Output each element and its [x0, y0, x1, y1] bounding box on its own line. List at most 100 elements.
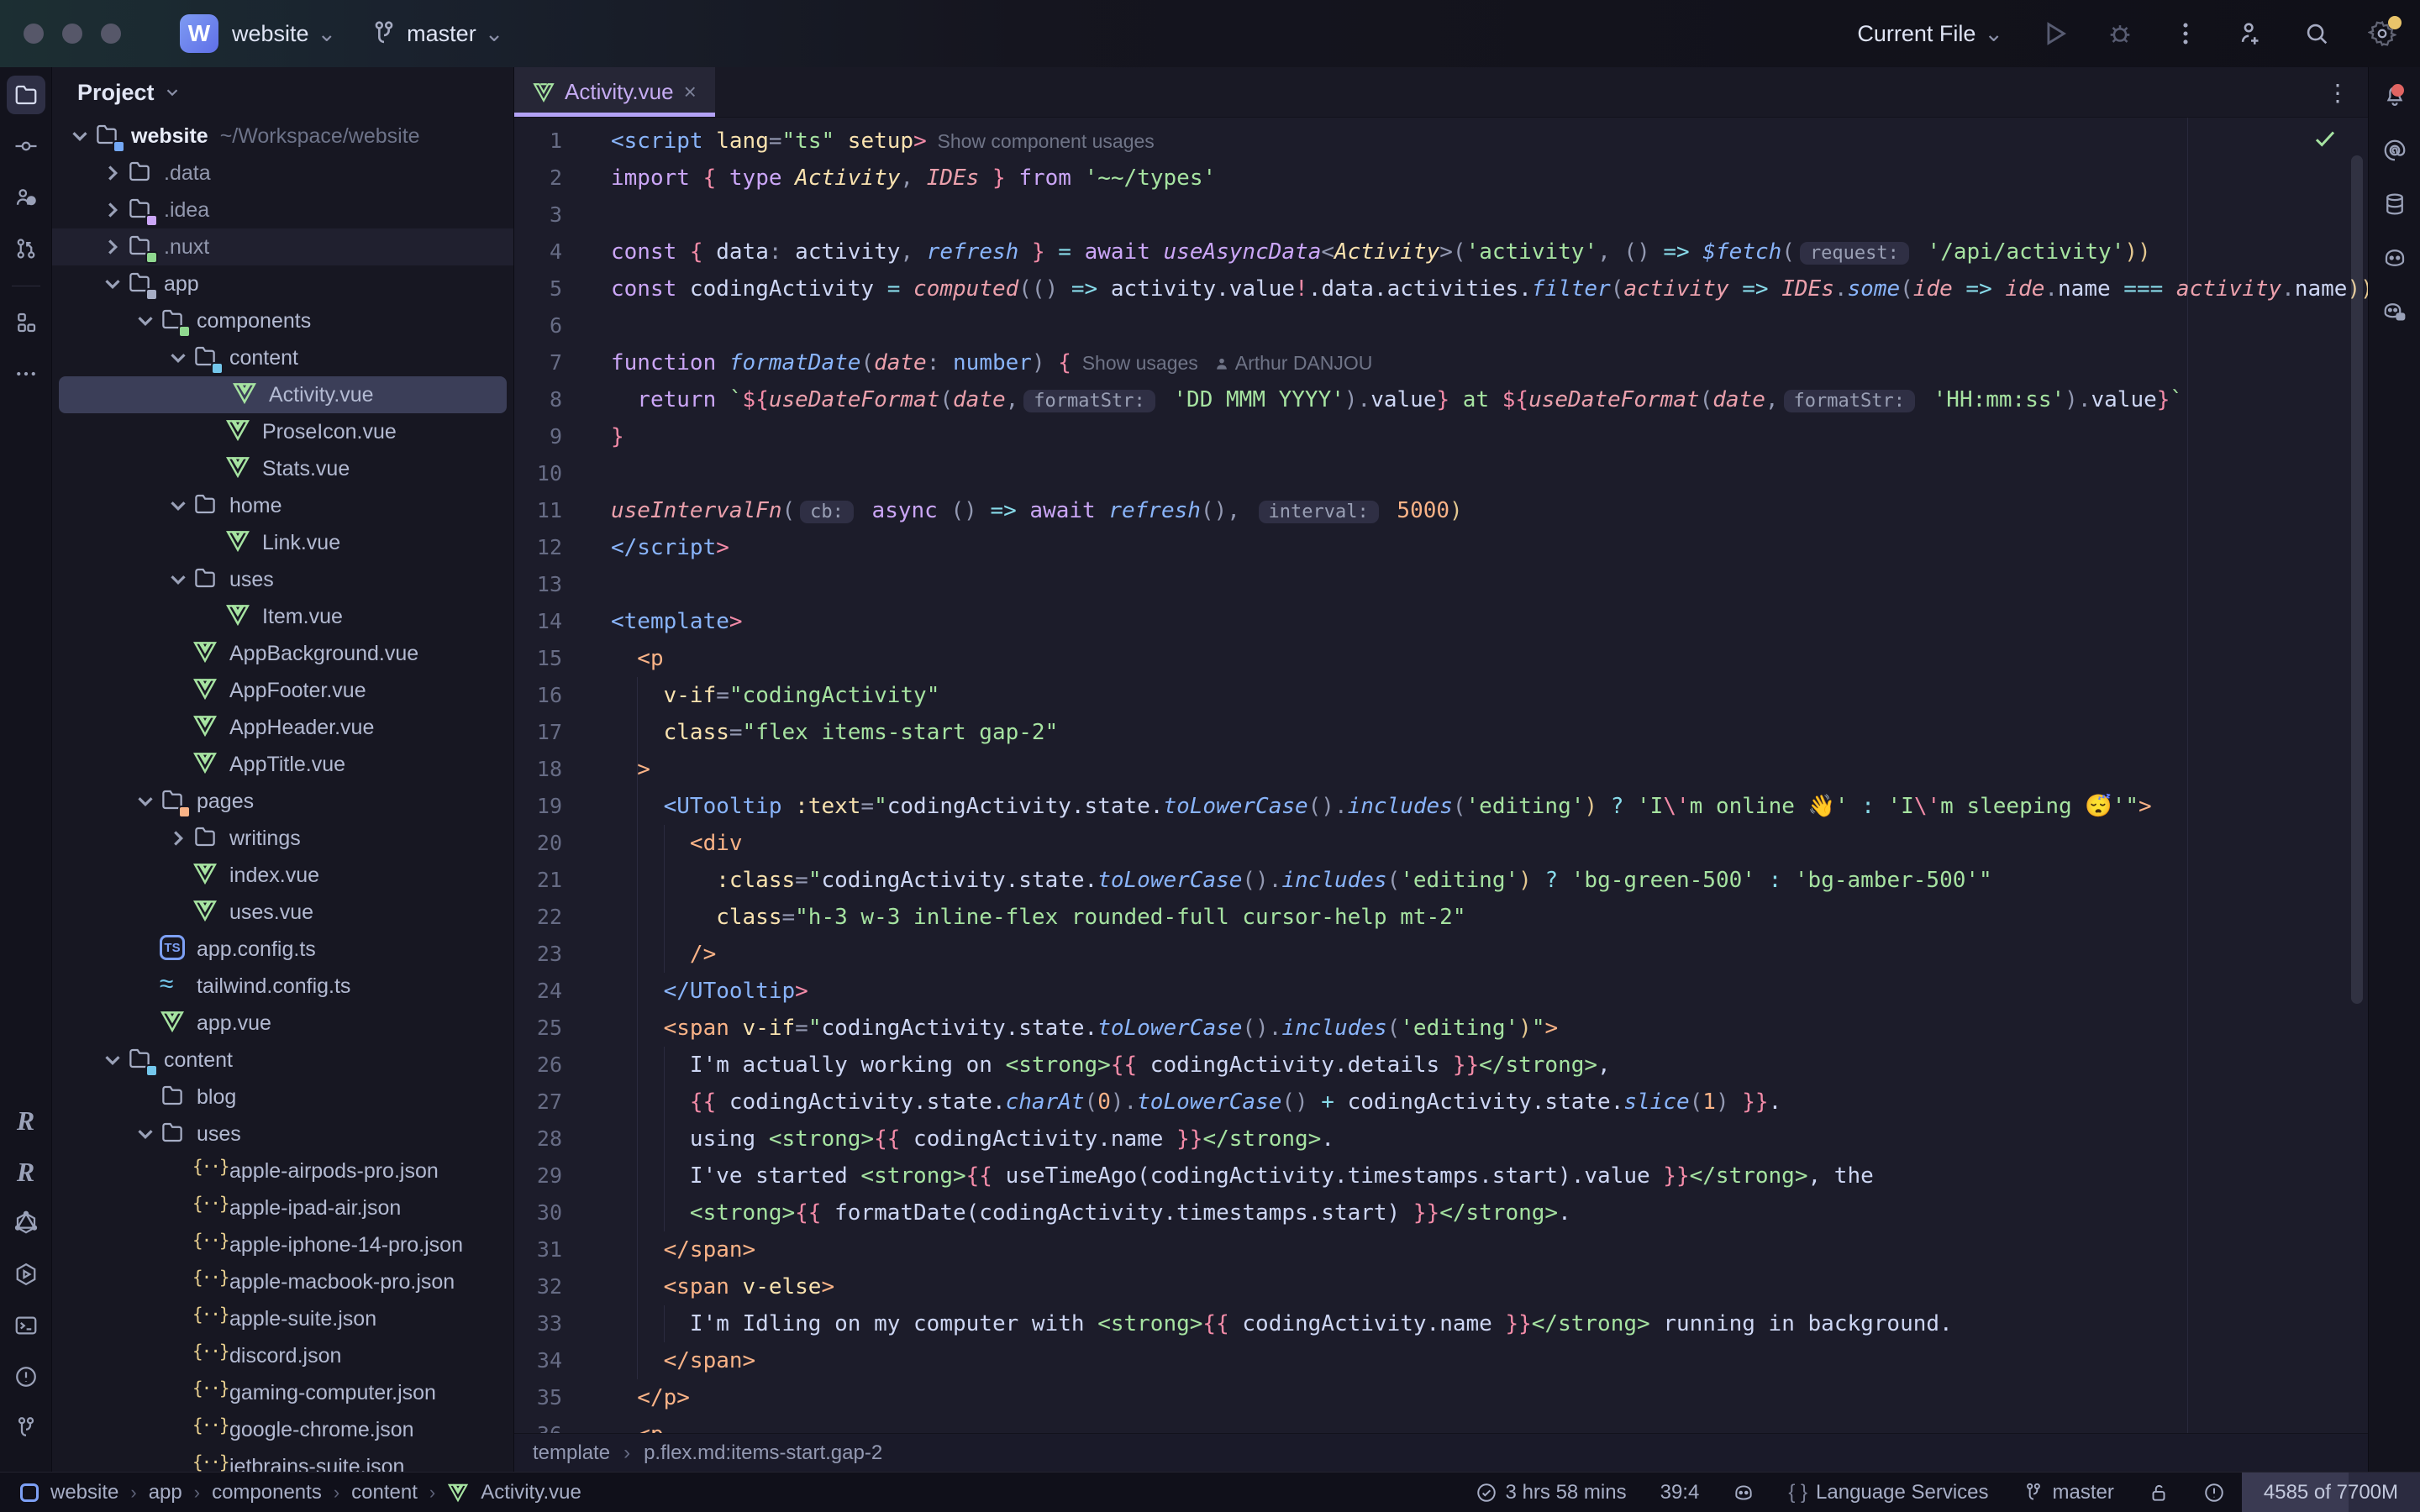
tree-item-apple-suite-json[interactable]: {··}apple-suite.json: [52, 1300, 513, 1337]
zoom-window-button[interactable]: [101, 24, 121, 44]
chevron-down-icon[interactable]: [133, 308, 158, 333]
project-folder-icon[interactable]: [7, 76, 45, 114]
tab-activity-vue[interactable]: Activity.vue ×: [514, 67, 715, 117]
line-number[interactable]: 28: [514, 1121, 611, 1158]
tree-item-discord-json[interactable]: {··}discord.json: [52, 1337, 513, 1374]
caret-position-widget[interactable]: 39:4: [1644, 1473, 1717, 1512]
commit-icon[interactable]: [7, 127, 45, 165]
tree-item-appfooter-vue[interactable]: AppFooter.vue: [52, 672, 513, 709]
line-number[interactable]: 13: [514, 566, 611, 603]
line-number[interactable]: 8: [514, 381, 611, 418]
r-tool-icon[interactable]: R: [7, 1101, 45, 1140]
chevron-down-icon[interactable]: [133, 789, 158, 814]
line-number[interactable]: 3: [514, 197, 611, 234]
branch-switcher[interactable]: master ⌄: [370, 19, 503, 48]
status-crumb[interactable]: Activity.vue: [481, 1481, 581, 1504]
status-crumb[interactable]: content: [351, 1481, 418, 1504]
tree-item-jetbrains-suite-json[interactable]: {··}jetbrains-suite.json: [52, 1448, 513, 1472]
line-number[interactable]: 7: [514, 344, 611, 381]
line-number[interactable]: 14: [514, 603, 611, 640]
language-services-widget[interactable]: { } Language Services: [1771, 1473, 2005, 1512]
line-number[interactable]: 33: [514, 1305, 611, 1342]
tree-item-writings[interactable]: writings: [52, 820, 513, 857]
tree-item--nuxt[interactable]: .nuxt: [52, 228, 513, 265]
tree-item-index-vue[interactable]: index.vue: [52, 857, 513, 894]
status-crumb[interactable]: website: [50, 1481, 118, 1504]
more-icon[interactable]: [7, 354, 45, 393]
code-vision-hint[interactable]: Show component usages: [927, 130, 1155, 152]
wakatime-widget[interactable]: 3 hrs 58 mins: [1459, 1473, 1644, 1512]
chevron-down-icon[interactable]: [166, 345, 191, 370]
tree-item--data[interactable]: .data: [52, 155, 513, 192]
minimize-window-button[interactable]: [62, 24, 82, 44]
status-crumb[interactable]: components: [212, 1481, 322, 1504]
problems-icon[interactable]: [7, 1357, 45, 1396]
tree-item-appheader-vue[interactable]: AppHeader.vue: [52, 709, 513, 746]
tree-item-blog[interactable]: blog: [52, 1079, 513, 1116]
line-number[interactable]: 16: [514, 677, 611, 714]
line-number[interactable]: 4: [514, 234, 611, 270]
debug-button[interactable]: [2106, 19, 2134, 48]
line-number[interactable]: 1: [514, 123, 611, 160]
line-number[interactable]: 36: [514, 1416, 611, 1433]
line-number[interactable]: 30: [514, 1194, 611, 1231]
project-panel-header[interactable]: Project: [52, 67, 513, 118]
tree-item-item-vue[interactable]: Item.vue: [52, 598, 513, 635]
line-number[interactable]: 11: [514, 492, 611, 529]
chevron-right-icon[interactable]: [100, 197, 125, 223]
line-number[interactable]: 19: [514, 788, 611, 825]
line-number[interactable]: 12: [514, 529, 611, 566]
terminal-icon[interactable]: [7, 1306, 45, 1345]
ai-assistant-icon[interactable]: [2375, 131, 2414, 170]
run-button[interactable]: [2040, 19, 2069, 48]
line-number[interactable]: 5: [514, 270, 611, 307]
chevron-down-icon[interactable]: [166, 493, 191, 518]
line-number[interactable]: 18: [514, 751, 611, 788]
pull-requests-icon[interactable]: [7, 229, 45, 268]
close-window-button[interactable]: [24, 24, 44, 44]
line-number[interactable]: 10: [514, 455, 611, 492]
tree-item-app-config-ts[interactable]: TSapp.config.ts: [52, 931, 513, 968]
inspections-ok-icon[interactable]: [2312, 126, 2338, 151]
tree-item-website[interactable]: website~/Workspace/website: [52, 118, 513, 155]
tree-item-activity-vue[interactable]: Activity.vue: [59, 376, 507, 413]
chevron-down-icon[interactable]: [133, 1121, 158, 1147]
line-number[interactable]: 29: [514, 1158, 611, 1194]
project-switcher[interactable]: website ⌄: [232, 21, 336, 47]
line-number[interactable]: 26: [514, 1047, 611, 1084]
more-actions-button[interactable]: [2171, 19, 2200, 48]
graphql-icon[interactable]: [7, 1204, 45, 1242]
line-number[interactable]: 20: [514, 825, 611, 862]
line-number[interactable]: 22: [514, 899, 611, 936]
lock-widget[interactable]: [2131, 1473, 2186, 1512]
tree-item-content[interactable]: content: [52, 339, 513, 376]
structure-icon[interactable]: [7, 303, 45, 342]
tree-item-components[interactable]: components: [52, 302, 513, 339]
tree-item-apple-ipad-air-json[interactable]: {··}apple-ipad-air.json: [52, 1189, 513, 1226]
window-controls[interactable]: [24, 24, 121, 44]
settings-button[interactable]: [2368, 19, 2396, 48]
r-tool-2-icon[interactable]: R: [7, 1152, 45, 1191]
tree-item-stats-vue[interactable]: Stats.vue: [52, 450, 513, 487]
services-icon[interactable]: [7, 1255, 45, 1294]
notifications-icon[interactable]: [2375, 77, 2414, 116]
tree-item-uses[interactable]: uses: [52, 561, 513, 598]
line-number[interactable]: 15: [514, 640, 611, 677]
tree-item-pages[interactable]: pages: [52, 783, 513, 820]
editor-options-kebab-icon[interactable]: ⋮: [2326, 79, 2349, 107]
copilot-status-widget[interactable]: [1716, 1473, 1771, 1512]
editor-scrollbar[interactable]: [2351, 155, 2363, 1004]
code-with-me-button[interactable]: [2237, 19, 2265, 48]
copilot-icon[interactable]: [2375, 239, 2414, 277]
contributors-icon[interactable]: ?: [7, 178, 45, 217]
problems-widget[interactable]: [2186, 1473, 2242, 1512]
tree-item-content[interactable]: content: [52, 1042, 513, 1079]
tree-item-gaming-computer-json[interactable]: {··}gaming-computer.json: [52, 1374, 513, 1411]
tree-item-proseicon-vue[interactable]: ProseIcon.vue: [52, 413, 513, 450]
tree-item-tailwind-config-ts[interactable]: ≈tailwind.config.ts: [52, 968, 513, 1005]
line-number[interactable]: 21: [514, 862, 611, 899]
line-number[interactable]: 25: [514, 1010, 611, 1047]
line-number[interactable]: 31: [514, 1231, 611, 1268]
tree-item-app-vue[interactable]: app.vue: [52, 1005, 513, 1042]
tree-item-uses-vue[interactable]: uses.vue: [52, 894, 513, 931]
